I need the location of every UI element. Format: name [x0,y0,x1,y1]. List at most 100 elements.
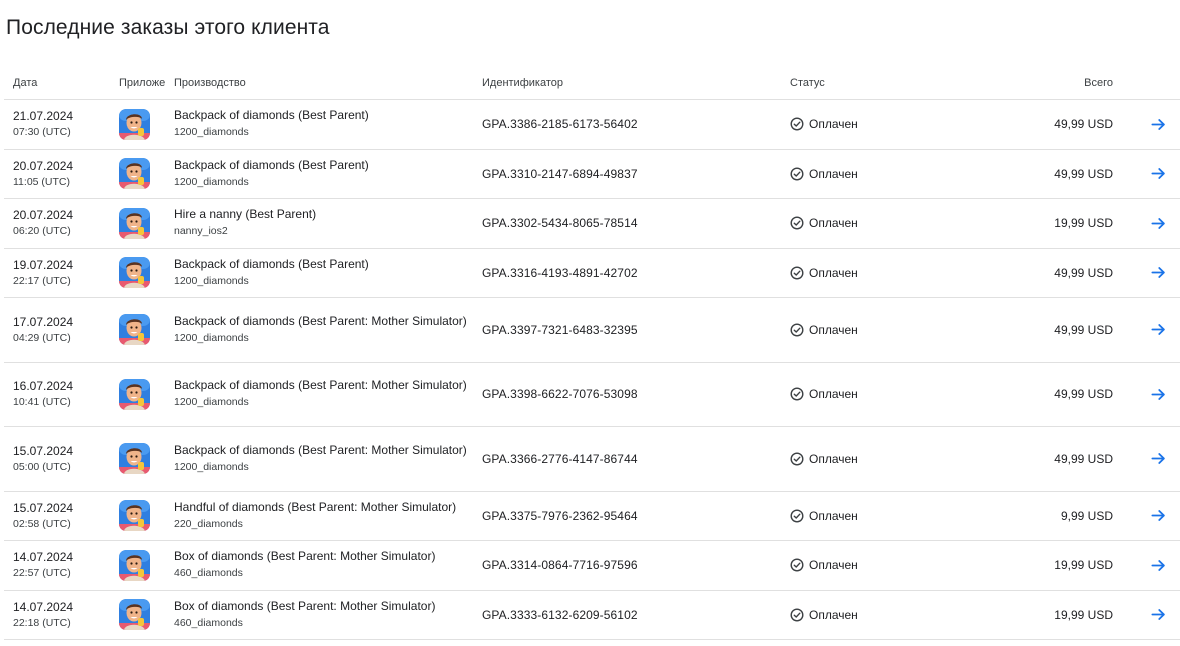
table-row[interactable]: 14.07.2024 22:18 (UTC) Box of diamonds (… [4,590,1180,640]
status-text: Оплачен [809,508,858,523]
order-date: 21.07.2024 [13,109,74,124]
status-badge: Оплачен [790,608,980,622]
arrow-right-icon [1151,388,1165,400]
column-header-date[interactable]: Дата [4,66,119,100]
order-date-cell: 17.07.2024 04:29 (UTC) [4,297,119,363]
order-total: 49,99 USD [1054,265,1113,280]
column-header-total[interactable]: Всего [980,66,1113,100]
order-time: 02:58 (UTC) [13,517,71,530]
details-cell [1113,491,1180,541]
open-order-button[interactable] [1113,165,1180,182]
arrow-right-icon [1151,118,1165,130]
open-order-button[interactable] [1113,606,1180,623]
product-name: Box of diamonds (Best Parent: Mother Sim… [174,549,436,564]
open-order-button[interactable] [1113,264,1180,281]
total-cell: 19,99 USD [980,540,1113,591]
order-total: 19,99 USD [1054,558,1113,573]
app-cell [119,426,174,492]
order-id: GPA.3314-0864-7716-97596 [482,558,638,573]
order-date-cell: 20.07.2024 11:05 (UTC) [4,149,119,199]
order-date-cell: 20.07.2024 06:20 (UTC) [4,198,119,249]
status-text: Оплачен [809,558,858,573]
product-cell: Backpack of diamonds (Best Parent: Mothe… [174,362,482,427]
table-row[interactable]: 16.07.2024 10:41 (UTC) Backpack of diamo… [4,362,1180,427]
open-order-button[interactable] [1113,557,1180,574]
app-icon-best-parent [119,599,150,631]
order-id: GPA.3386-2185-6173-56402 [482,117,638,132]
status-text: Оплачен [809,216,858,231]
details-cell [1113,426,1180,492]
check-circle-icon [790,216,804,230]
arrow-right-icon [1151,510,1165,522]
app-cell [119,149,174,199]
order-date: 20.07.2024 [13,208,74,223]
order-time: 07:30 (UTC) [13,126,71,139]
product-sku: 1200_diamonds [174,126,249,139]
open-order-button[interactable] [1113,507,1180,524]
details-cell [1113,362,1180,427]
status-text: Оплачен [809,322,858,337]
order-time: 22:17 (UTC) [13,274,71,287]
details-cell [1113,198,1180,249]
column-header-app[interactable]: Приложе [119,66,174,100]
column-header-actions [1113,66,1180,100]
table-row[interactable]: 14.07.2024 22:57 (UTC) Box of diamonds (… [4,540,1180,591]
status-cell: Оплачен [790,198,980,249]
order-total: 49,99 USD [1054,451,1113,466]
open-order-button[interactable] [1113,386,1180,403]
order-date-cell: 16.07.2024 10:41 (UTC) [4,362,119,427]
status-text: Оплачен [809,387,858,402]
product-name: Hire a nanny (Best Parent) [174,207,317,222]
column-header-id[interactable]: Идентификатор [482,66,790,100]
order-id-cell: GPA.3366-2776-4147-86744 [482,426,790,492]
status-badge: Оплачен [790,216,980,230]
order-id-cell: GPA.3310-2147-6894-49837 [482,149,790,199]
app-icon-best-parent [119,549,150,581]
status-badge: Оплачен [790,558,980,572]
order-date: 15.07.2024 [13,500,74,515]
order-date: 14.07.2024 [13,599,74,614]
product-sku: 1200_diamonds [174,274,249,287]
table-row[interactable]: 15.07.2024 05:00 (UTC) Backpack of diamo… [4,426,1180,492]
column-header-status[interactable]: Статус [790,66,980,100]
check-circle-icon [790,323,804,337]
product-name: Backpack of diamonds (Best Parent: Mothe… [174,378,467,393]
table-row[interactable]: 21.07.2024 07:30 (UTC) Backpack of diamo… [4,99,1180,150]
table-row[interactable]: 20.07.2024 11:05 (UTC) Backpack of diamo… [4,149,1180,199]
open-order-button[interactable] [1113,321,1180,338]
product-name: Backpack of diamonds (Best Parent: Mothe… [174,313,467,328]
orders-table-body: 21.07.2024 07:30 (UTC) Backpack of diamo… [4,99,1180,640]
open-order-button[interactable] [1113,215,1180,232]
arrow-right-icon [1151,168,1165,180]
product-cell: Backpack of diamonds (Best Parent) 1200_… [174,99,482,150]
page-title: Последние заказы этого клиента [6,16,330,39]
app-icon-best-parent [119,158,150,190]
status-cell: Оплачен [790,590,980,640]
check-circle-icon [790,509,804,523]
details-cell [1113,248,1180,298]
product-name: Backpack of diamonds (Best Parent: Mothe… [174,442,467,457]
order-id: GPA.3333-6132-6209-56102 [482,607,638,622]
order-id: GPA.3310-2147-6894-49837 [482,166,638,181]
order-date: 15.07.2024 [13,443,74,458]
status-badge: Оплачен [790,509,980,523]
order-id: GPA.3397-7321-6483-32395 [482,322,638,337]
open-order-button[interactable] [1113,450,1180,467]
status-text: Оплачен [809,265,858,280]
table-row[interactable]: 17.07.2024 04:29 (UTC) Backpack of diamo… [4,297,1180,363]
status-badge: Оплачен [790,387,980,401]
order-id: GPA.3366-2776-4147-86744 [482,451,638,466]
status-cell: Оплачен [790,362,980,427]
orders-table: Дата Приложе Производство Идентификатор … [4,66,1180,640]
table-row[interactable]: 20.07.2024 06:20 (UTC) Hire a nanny (Bes… [4,198,1180,249]
app-cell [119,297,174,363]
table-row[interactable]: 15.07.2024 02:58 (UTC) Handful of diamon… [4,491,1180,541]
order-id: GPA.3375-7976-2362-95464 [482,508,638,523]
table-row[interactable]: 19.07.2024 22:17 (UTC) Backpack of diamo… [4,248,1180,298]
order-id: GPA.3302-5434-8065-78514 [482,216,638,231]
app-cell [119,540,174,591]
column-header-product[interactable]: Производство [174,66,482,100]
status-cell: Оплачен [790,297,980,363]
arrow-right-icon [1151,267,1165,279]
open-order-button[interactable] [1113,116,1180,133]
